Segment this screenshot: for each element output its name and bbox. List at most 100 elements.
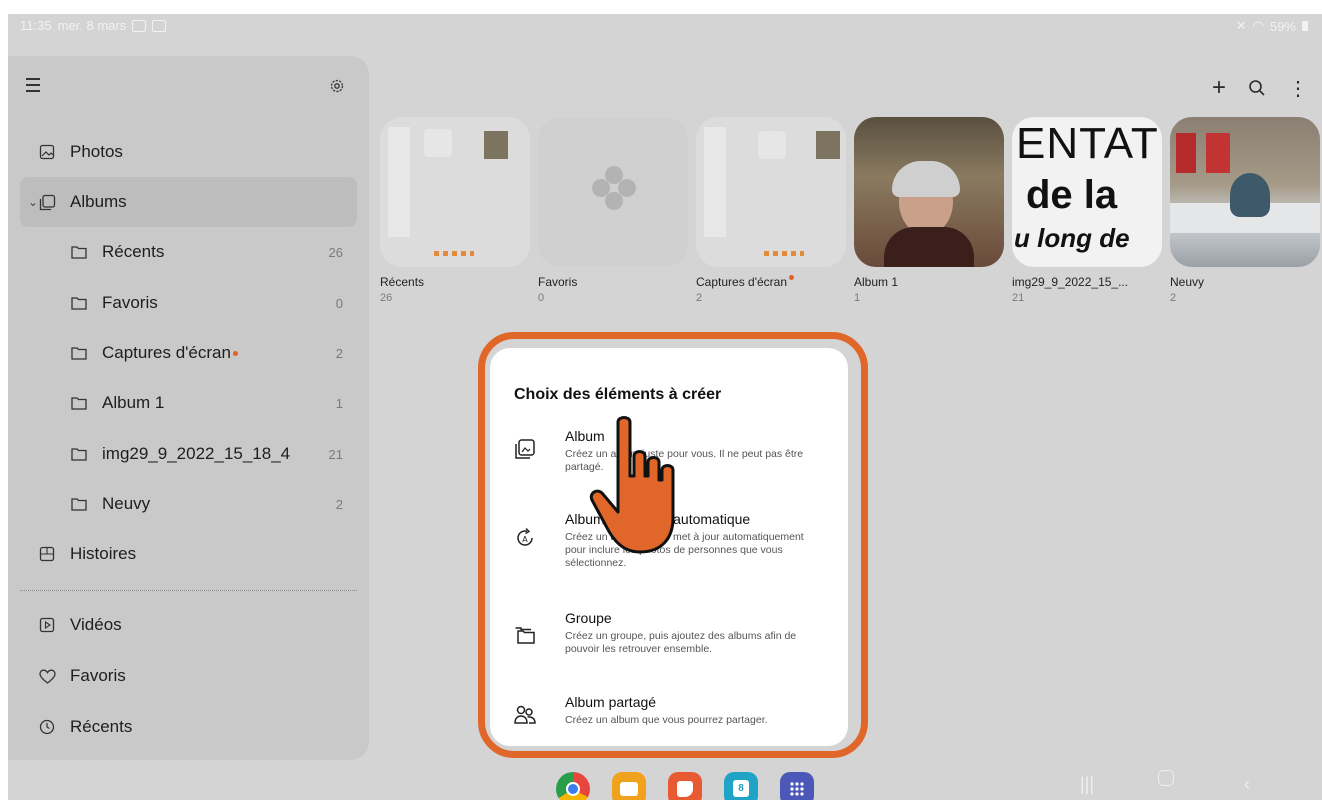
sidebar-item-label: Vidéos <box>70 615 122 634</box>
calendar-day: 8 <box>733 780 749 797</box>
new-badge <box>232 350 238 356</box>
more-options-icon[interactable]: ⋮ <box>1288 76 1308 101</box>
album-count: 26 <box>328 244 343 260</box>
notes-icon[interactable] <box>668 772 702 800</box>
recent-apps-icon[interactable]: ||| <box>1080 774 1094 795</box>
album-card-favoris[interactable]: Favoris 0 <box>538 117 688 304</box>
thumbnail-text: u long de <box>1014 223 1130 253</box>
sidebar-item-neuvy[interactable]: Neuvy 2 <box>20 479 357 529</box>
album-thumbnail: ENTAT de la u long de <box>1012 117 1162 267</box>
clock-icon <box>38 718 56 736</box>
album-count: 0 <box>335 295 343 311</box>
battery-icon <box>1302 21 1308 31</box>
sidebar-item-label: Récents <box>102 242 165 261</box>
auto-update-icon: A <box>517 528 533 546</box>
gallery-notification-icon <box>132 19 147 32</box>
status-time: 11:35 <box>20 18 52 33</box>
sidebar: Photos ⌄ Albums Récents 26 Favoris 0 Cap… <box>8 56 369 760</box>
album-count: 2 <box>1170 292 1177 304</box>
album-card-screenshots[interactable]: Captures d'écran 2 <box>696 117 846 304</box>
tap-hand-pointer-icon <box>589 416 675 554</box>
album-thumbnail <box>854 117 1004 267</box>
album-card-recents[interactable]: Récents 26 <box>380 117 530 304</box>
sidebar-item-histoires[interactable]: Histoires <box>20 529 357 579</box>
sidebar-item-label: Neuvy <box>102 494 151 513</box>
favorites-placeholder-icon <box>592 166 636 210</box>
sidebar-item-label: Photos <box>70 142 123 161</box>
album-count: 21 <box>328 446 343 462</box>
apps-grid-icon[interactable] <box>780 772 814 800</box>
image-icon <box>38 143 56 161</box>
sidebar-item-label: Favoris <box>102 293 158 312</box>
sidebar-item-img29[interactable]: img29_9_2022_15_18_4 21 <box>20 429 357 479</box>
album-name: Favoris <box>538 275 578 289</box>
album-card-neuvy[interactable]: Neuvy 2 <box>1170 117 1320 304</box>
option-group[interactable]: Groupe Créez un groupe, puis ajoutez des… <box>514 610 834 660</box>
sidebar-item-recents-album[interactable]: Récents 26 <box>20 227 357 277</box>
album-count: 0 <box>538 292 545 304</box>
back-icon[interactable]: ‹ <box>1244 774 1250 795</box>
dialog-title: Choix des éléments à créer <box>514 386 722 403</box>
mail-notification-icon <box>152 19 167 32</box>
option-description: Créez un album que vous pourrez partager… <box>565 714 768 726</box>
folder-icon <box>70 294 88 312</box>
video-icon <box>38 616 56 634</box>
sidebar-item-photos[interactable]: Photos <box>20 127 357 177</box>
sidebar-item-album-1[interactable]: Album 1 1 <box>20 378 357 428</box>
battery-level: 59% <box>1269 18 1296 34</box>
sidebar-item-label: Favoris <box>70 666 126 685</box>
folder-icon <box>70 344 88 362</box>
sidebar-item-favoris-album[interactable]: Favoris 0 <box>20 278 357 328</box>
album-card-img29[interactable]: ENTAT de la u long de img29_9_2022_15_..… <box>1012 117 1162 304</box>
shared-people-icon <box>514 705 536 724</box>
sidebar-item-screenshots[interactable]: Captures d'écran 2 <box>20 328 357 378</box>
tablet-screen: 11:35 mer. 8 mars ✕ ◠ 59% Photos ⌄ Album… <box>8 14 1322 800</box>
option-shared-album[interactable]: Album partagé Créez un album que vous po… <box>514 694 834 734</box>
album-count: 2 <box>696 292 703 304</box>
sidebar-item-recents[interactable]: Récents <box>20 702 357 752</box>
gear-icon[interactable] <box>329 78 345 94</box>
search-icon[interactable] <box>1248 79 1266 97</box>
chrome-icon[interactable] <box>556 772 590 800</box>
option-title: Album partagé <box>565 694 657 710</box>
app-dock: 8 <box>556 772 814 800</box>
heart-icon <box>38 667 56 685</box>
album-name: Récents <box>380 275 425 289</box>
chevron-down-icon[interactable]: ⌄ <box>28 195 38 209</box>
thumbnail-text: de la <box>1026 173 1118 217</box>
album-thumbnail <box>538 117 688 267</box>
album-count: 26 <box>380 292 393 304</box>
sidebar-item-label: Histoires <box>70 544 137 563</box>
files-icon[interactable] <box>612 772 646 800</box>
sidebar-item-videos[interactable]: Vidéos <box>20 600 357 650</box>
album-name: Captures d'écran <box>696 275 846 289</box>
thumbnail-text: ENTAT <box>1016 119 1159 168</box>
album-count: 1 <box>335 395 343 411</box>
album-thumbnail <box>696 117 846 267</box>
album-count: 2 <box>335 496 343 512</box>
add-icon[interactable]: + <box>1212 74 1226 102</box>
status-date: mer. 8 mars <box>57 18 127 33</box>
album-icon <box>515 439 535 459</box>
album-card-album-1[interactable]: Album 1 1 <box>854 117 1004 304</box>
menu-icon[interactable] <box>26 78 40 96</box>
sidebar-item-albums[interactable]: ⌄ Albums <box>20 177 357 227</box>
home-icon[interactable] <box>1158 770 1174 791</box>
album-thumbnail <box>380 117 530 267</box>
folder-icon <box>70 445 88 463</box>
album-count: 1 <box>854 292 861 304</box>
album-name: Neuvy <box>1170 275 1205 289</box>
sidebar-item-label: Récents <box>70 717 133 736</box>
mute-icon: ✕ <box>1235 18 1247 33</box>
album-name: img29_9_2022_15_... <box>1012 275 1129 289</box>
calendar-icon[interactable]: 8 <box>724 772 758 800</box>
svg-text:A: A <box>522 535 528 544</box>
album-count: 2 <box>335 345 343 361</box>
option-title: Groupe <box>565 610 612 626</box>
album-count: 21 <box>1012 292 1025 304</box>
sidebar-item-favoris[interactable]: Favoris <box>20 651 357 701</box>
sidebar-item-label: Captures d'écran <box>102 343 231 362</box>
new-badge <box>789 275 795 280</box>
sidebar-item-label: Albums <box>70 192 127 211</box>
albums-icon <box>38 193 56 211</box>
